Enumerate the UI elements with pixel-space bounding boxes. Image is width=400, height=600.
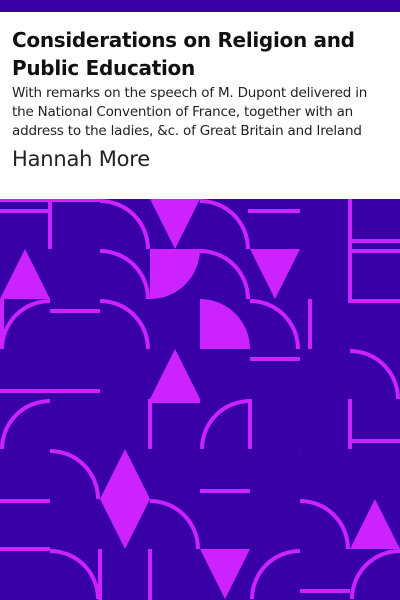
cover-header: Considerations on Religion and Public Ed… xyxy=(0,12,400,199)
book-title: Considerations on Religion and Public Ed… xyxy=(12,28,355,80)
cover-pattern xyxy=(0,199,400,600)
top-color-bar xyxy=(0,0,400,12)
book-author: Hannah More xyxy=(12,147,150,171)
book-subtitle: With remarks on the speech of M. Dupont … xyxy=(12,85,368,139)
